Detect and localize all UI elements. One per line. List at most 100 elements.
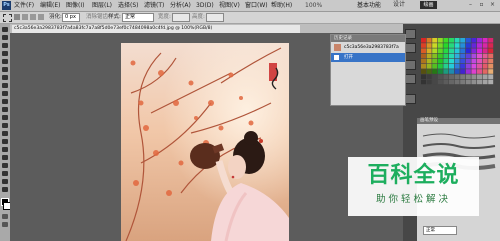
history-panel-header[interactable]: 历史记录 [331, 35, 405, 42]
color-swatch[interactable] [482, 38, 488, 43]
brush-dock-icon[interactable] [405, 60, 416, 70]
color-swatch[interactable] [449, 69, 454, 74]
menu-image[interactable]: 图像(I) [66, 1, 84, 10]
shape-icon[interactable] [2, 163, 8, 168]
color-swatch[interactable] [454, 53, 460, 59]
move-tool-icon[interactable] [2, 27, 8, 32]
color-swatch[interactable] [482, 64, 488, 69]
color-swatch[interactable] [421, 38, 426, 43]
style-select[interactable]: 正常 [122, 13, 154, 22]
3d-rotate-icon[interactable] [2, 171, 8, 176]
healing-brush-icon[interactable] [2, 75, 8, 80]
menu-edit[interactable]: 编辑(E) [40, 1, 60, 10]
color-swatch[interactable] [426, 74, 432, 79]
color-swatch[interactable] [421, 43, 426, 48]
color-swatch[interactable] [465, 38, 471, 43]
color-swatch[interactable] [432, 58, 438, 64]
color-swatch[interactable] [465, 69, 471, 74]
color-swatch[interactable] [471, 53, 477, 59]
color-swatch[interactable] [449, 48, 454, 53]
brush-panel-header[interactable]: 画笔预设 [417, 118, 500, 124]
color-swatch[interactable] [437, 48, 443, 53]
color-swatch[interactable] [426, 79, 432, 85]
color-swatch[interactable] [471, 79, 477, 85]
color-swatch[interactable] [465, 79, 471, 85]
eraser-icon[interactable] [2, 107, 8, 112]
marquee-tool-icon[interactable] [3, 14, 12, 22]
color-swatch[interactable] [454, 58, 460, 64]
color-swatch[interactable] [426, 69, 432, 74]
clone-stamp-icon[interactable] [2, 91, 8, 96]
intersect-selection-icon[interactable] [38, 14, 44, 20]
color-swatch[interactable] [421, 53, 426, 59]
color-swatch[interactable] [488, 74, 494, 79]
color-swatch[interactable] [465, 53, 471, 59]
color-swatch[interactable] [449, 43, 454, 48]
character-dock-icon[interactable] [405, 94, 416, 104]
color-swatch[interactable] [460, 64, 466, 69]
zoom-level[interactable]: 100% [305, 1, 322, 10]
color-swatch[interactable] [426, 53, 432, 59]
color-swatch[interactable] [443, 48, 449, 53]
color-swatch[interactable] [426, 38, 432, 43]
color-swatch[interactable] [471, 38, 477, 43]
color-swatch[interactable] [437, 58, 443, 64]
menu-analysis[interactable]: 分析(A) [170, 1, 191, 10]
color-swatch[interactable] [443, 69, 449, 74]
color-swatch[interactable] [426, 43, 432, 48]
color-swatch[interactable] [426, 64, 432, 69]
color-swatch[interactable] [477, 74, 482, 79]
color-swatch[interactable] [460, 38, 466, 43]
color-swatch[interactable] [421, 48, 426, 53]
color-swatch[interactable] [488, 58, 494, 64]
color-swatch[interactable] [471, 58, 477, 64]
color-swatch[interactable] [482, 43, 488, 48]
marquee-icon[interactable] [2, 35, 8, 40]
height-input[interactable] [206, 13, 224, 22]
type-icon[interactable] [2, 147, 8, 152]
color-swatch[interactable] [443, 43, 449, 48]
color-swatch[interactable] [465, 58, 471, 64]
color-swatch[interactable] [432, 74, 438, 79]
color-swatch[interactable] [471, 48, 477, 53]
color-swatch[interactable] [460, 53, 466, 59]
screen-mode-icon[interactable] [2, 222, 8, 227]
history-dock-icon[interactable] [405, 29, 416, 39]
color-swatch[interactable] [477, 53, 482, 59]
color-swatch[interactable] [482, 53, 488, 59]
crop-icon[interactable] [2, 59, 8, 64]
restore-icon[interactable]: ▫ [477, 1, 486, 9]
dodge-icon[interactable] [2, 131, 8, 136]
color-swatch[interactable] [421, 64, 426, 69]
color-swatch[interactable] [426, 48, 432, 53]
blur-icon[interactable] [2, 123, 8, 128]
color-swatch[interactable] [460, 79, 466, 85]
color-swatch[interactable] [437, 43, 443, 48]
minimize-icon[interactable]: – [466, 1, 475, 9]
color-swatch[interactable] [465, 74, 471, 79]
workspace-essentials[interactable]: 基本功能 [357, 1, 381, 10]
color-swatch[interactable] [477, 43, 482, 48]
color-swatch[interactable] [465, 43, 471, 48]
color-swatch[interactable] [421, 79, 426, 85]
color-swatch[interactable] [432, 38, 438, 43]
color-swatch[interactable] [421, 74, 426, 79]
color-swatch[interactable] [454, 38, 460, 43]
pen-icon[interactable] [2, 139, 8, 144]
menu-view[interactable]: 视图(V) [219, 1, 240, 10]
color-swatch[interactable] [477, 64, 482, 69]
swatch-grid[interactable] [417, 24, 500, 118]
brush-icon[interactable] [2, 83, 8, 88]
menu-window[interactable]: 窗口(W) [245, 1, 268, 10]
color-swatch[interactable] [437, 69, 443, 74]
color-swatch[interactable] [432, 53, 438, 59]
menu-file[interactable]: 文件(F) [14, 1, 34, 10]
color-swatch[interactable] [454, 64, 460, 69]
color-swatch[interactable] [460, 48, 466, 53]
color-swatch[interactable] [488, 38, 494, 43]
color-swatch[interactable] [443, 53, 449, 59]
color-swatch[interactable] [443, 64, 449, 69]
document-tab[interactable]: c5c3a56e3a2983783f7a4a83fc7a7a8f5d0e73ef… [12, 25, 300, 33]
workspace-design[interactable]: 设计 [393, 1, 405, 9]
color-swatch[interactable] [426, 58, 432, 64]
